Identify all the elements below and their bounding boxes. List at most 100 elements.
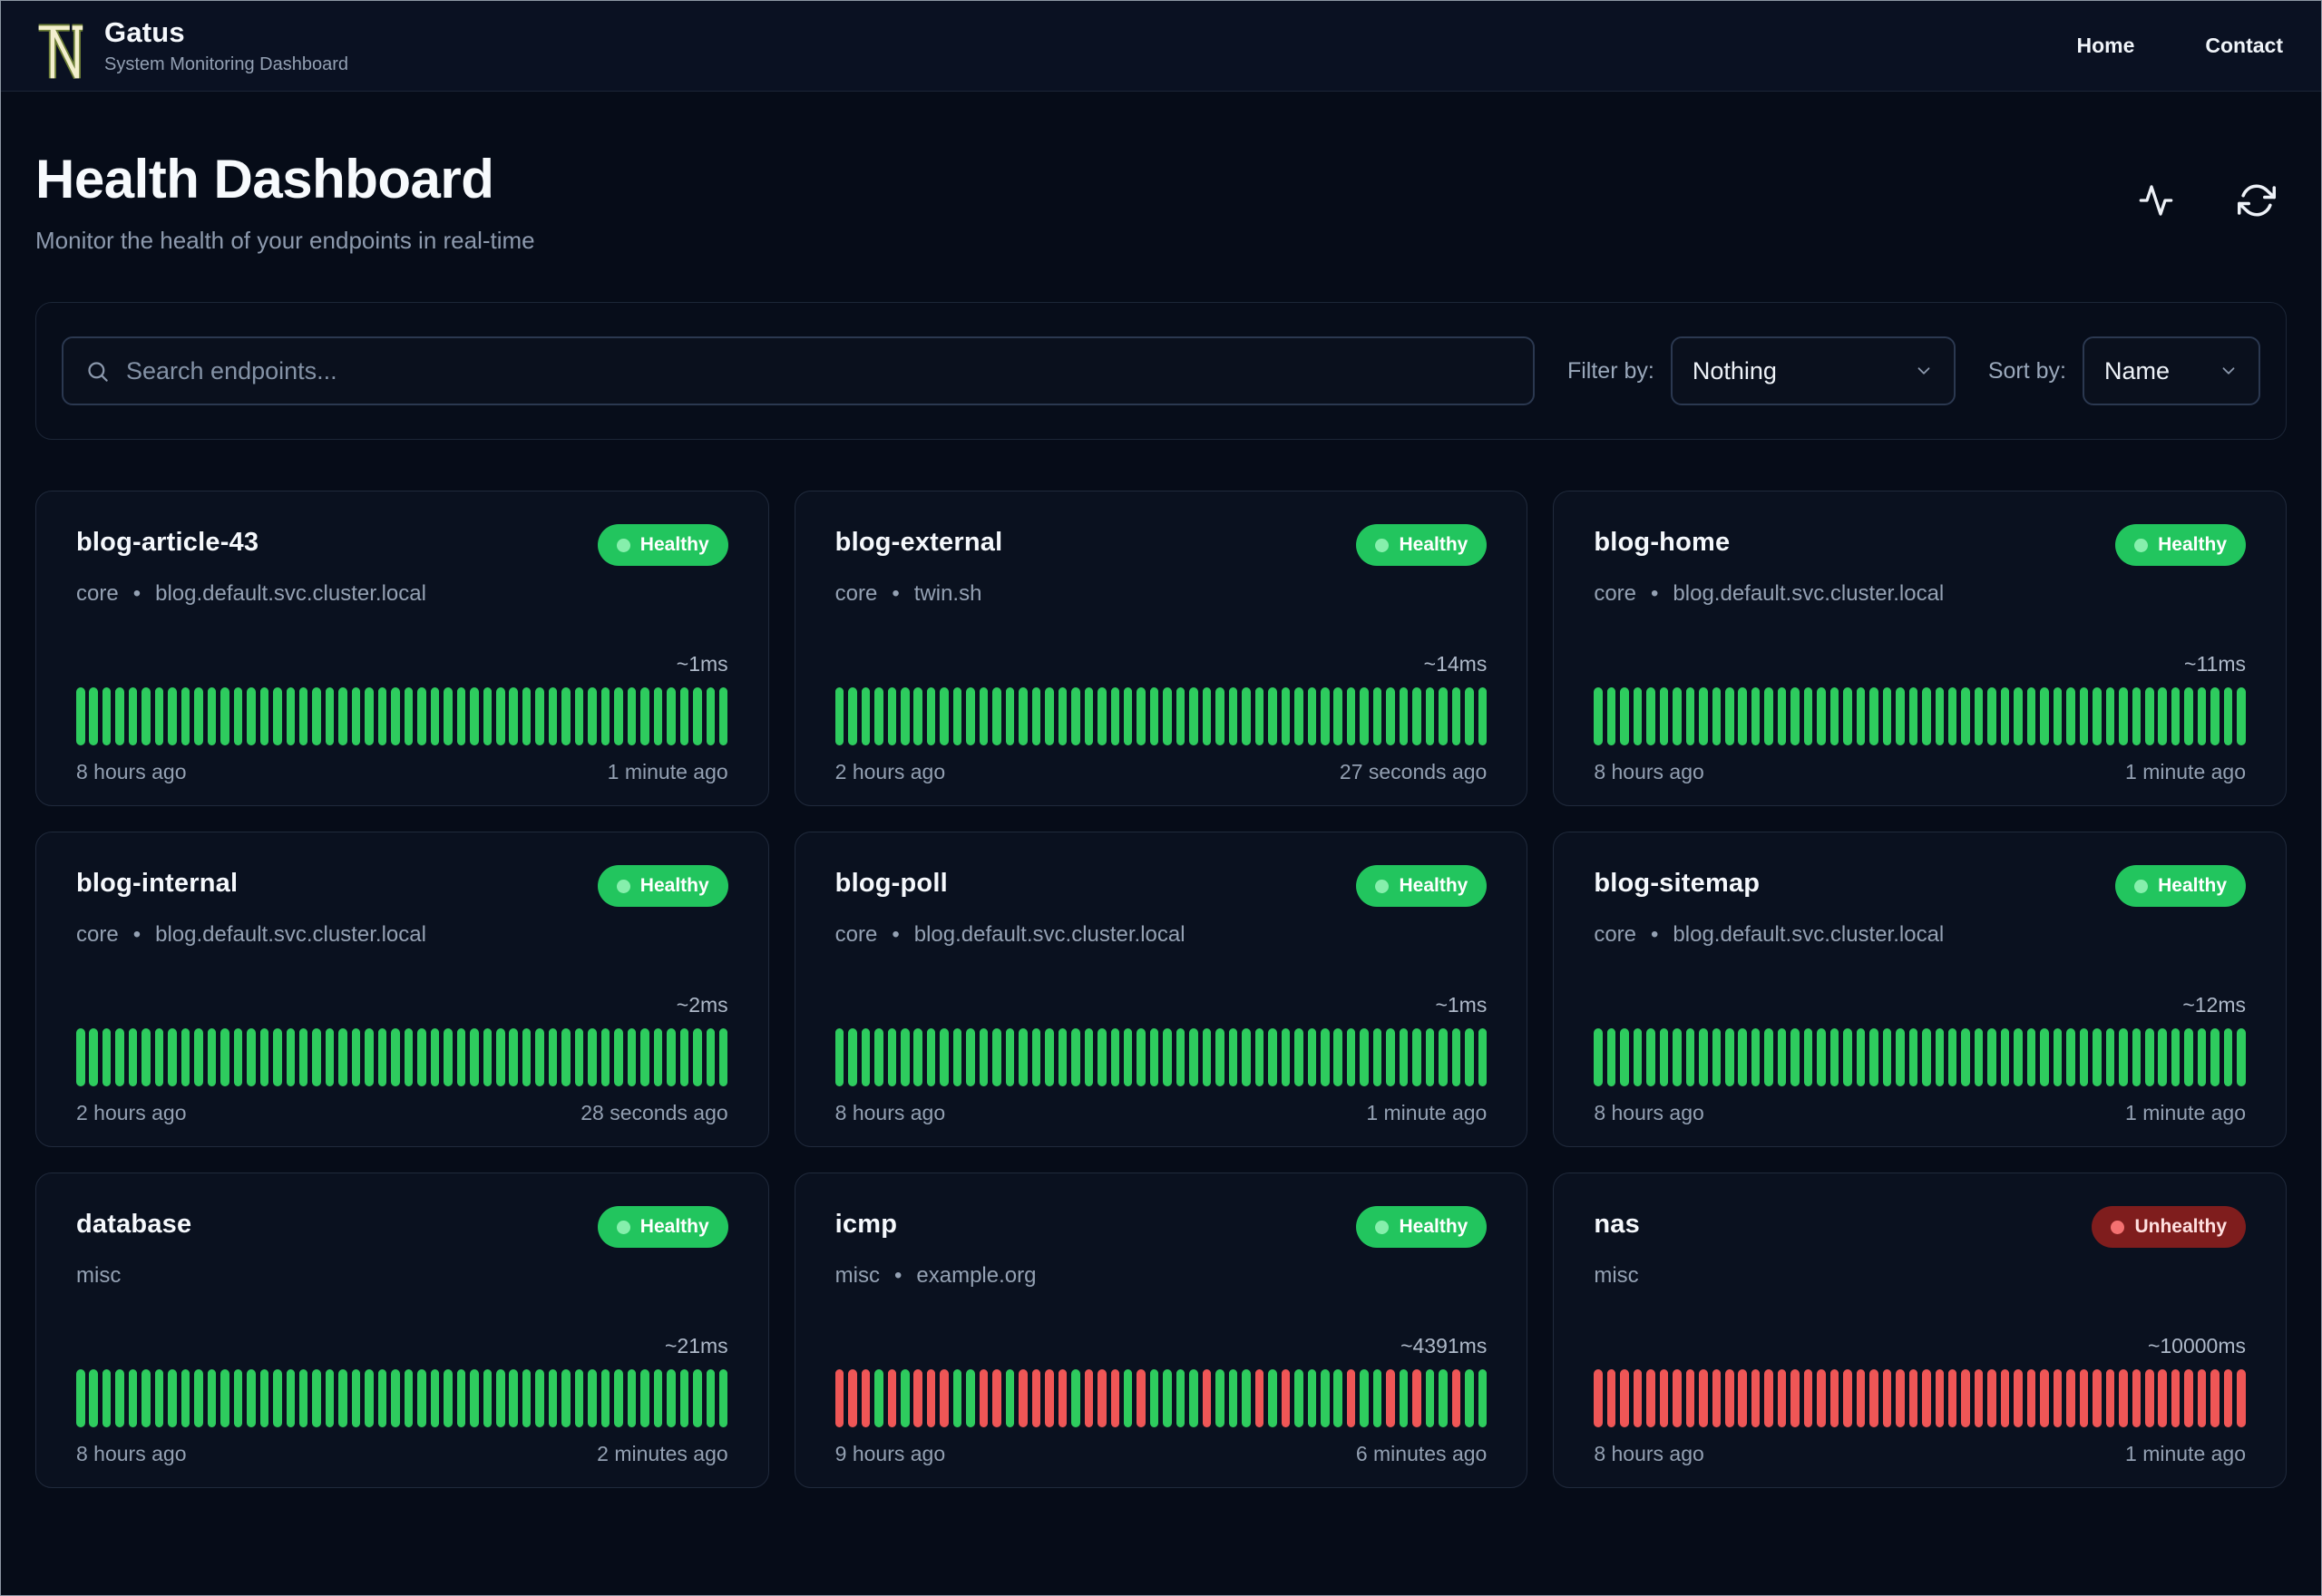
history-bar[interactable]: [1712, 1028, 1722, 1086]
history-bar[interactable]: [2079, 1369, 2089, 1427]
history-bar[interactable]: [1058, 687, 1068, 745]
history-bar[interactable]: [1045, 1369, 1054, 1427]
history-bar[interactable]: [2223, 1028, 2233, 1086]
history-bar[interactable]: [273, 1028, 282, 1086]
history-bar[interactable]: [1307, 1369, 1317, 1427]
history-bar[interactable]: [1961, 687, 1970, 745]
history-bar[interactable]: [887, 687, 897, 745]
history-bar[interactable]: [128, 687, 138, 745]
history-bar[interactable]: [404, 687, 414, 745]
history-bar[interactable]: [1333, 1369, 1342, 1427]
history-bar[interactable]: [693, 687, 702, 745]
endpoint-card[interactable]: blog-poll Healthy core • blog.default.sv…: [794, 832, 1528, 1147]
history-bar[interactable]: [377, 687, 387, 745]
history-bar[interactable]: [1019, 687, 1028, 745]
history-bar[interactable]: [1935, 687, 1945, 745]
history-bar[interactable]: [312, 687, 321, 745]
history-bar[interactable]: [679, 687, 689, 745]
history-bar[interactable]: [259, 1369, 269, 1427]
history-bar[interactable]: [483, 687, 493, 745]
history-bar[interactable]: [1137, 1369, 1146, 1427]
history-bar[interactable]: [966, 1369, 975, 1427]
history-bar[interactable]: [2026, 1028, 2036, 1086]
history-bar[interactable]: [1987, 687, 1996, 745]
history-bar[interactable]: [1254, 1028, 1264, 1086]
history-bar[interactable]: [351, 1369, 361, 1427]
history-bar[interactable]: [535, 1028, 544, 1086]
history-bar[interactable]: [496, 1028, 505, 1086]
history-bar[interactable]: [1803, 687, 1813, 745]
history-bar[interactable]: [1123, 687, 1133, 745]
history-bar[interactable]: [913, 1028, 922, 1086]
history-bar[interactable]: [1451, 1028, 1461, 1086]
activity-icon[interactable]: [2138, 182, 2174, 221]
history-bar[interactable]: [194, 1028, 203, 1086]
history-bar[interactable]: [887, 1369, 897, 1427]
history-bar[interactable]: [1005, 1369, 1015, 1427]
history-bar[interactable]: [2053, 1028, 2063, 1086]
history-bar[interactable]: [574, 687, 584, 745]
history-bar[interactable]: [679, 1028, 689, 1086]
history-bar[interactable]: [1646, 1028, 1655, 1086]
history-bar[interactable]: [1149, 687, 1159, 745]
history-bar[interactable]: [1646, 687, 1655, 745]
history-bar[interactable]: [141, 687, 151, 745]
history-bar[interactable]: [168, 1369, 177, 1427]
history-bar[interactable]: [548, 1028, 558, 1086]
history-bar[interactable]: [1281, 1028, 1291, 1086]
history-bar[interactable]: [952, 687, 962, 745]
history-bar[interactable]: [2053, 687, 2063, 745]
history-bar[interactable]: [614, 1028, 623, 1086]
history-bar[interactable]: [1254, 687, 1264, 745]
history-bar[interactable]: [2119, 687, 2128, 745]
history-bar[interactable]: [1843, 687, 1852, 745]
history-bar[interactable]: [1307, 687, 1317, 745]
history-bar[interactable]: [391, 1369, 400, 1427]
history-bar[interactable]: [220, 687, 229, 745]
history-bar[interactable]: [1673, 1028, 1682, 1086]
history-bar[interactable]: [115, 1028, 124, 1086]
history-bar[interactable]: [1882, 1028, 1892, 1086]
history-bar[interactable]: [2066, 1028, 2075, 1086]
history-bar[interactable]: [1215, 687, 1224, 745]
history-bar[interactable]: [992, 1028, 1001, 1086]
history-bar[interactable]: [693, 1369, 702, 1427]
endpoint-card[interactable]: blog-internal Healthy core • blog.defaul…: [35, 832, 769, 1147]
history-bar[interactable]: [1321, 1369, 1330, 1427]
history-bar[interactable]: [168, 1028, 177, 1086]
history-bar[interactable]: [2145, 687, 2154, 745]
history-bar[interactable]: [76, 1369, 85, 1427]
history-bar[interactable]: [627, 1028, 637, 1086]
history-bar[interactable]: [1961, 1369, 1970, 1427]
history-bar[interactable]: [1058, 1028, 1068, 1086]
history-bar[interactable]: [1620, 1369, 1629, 1427]
history-bar[interactable]: [1594, 1028, 1603, 1086]
history-bar[interactable]: [259, 1028, 269, 1086]
history-bar[interactable]: [926, 1369, 936, 1427]
history-bar[interactable]: [1817, 687, 1826, 745]
history-bar[interactable]: [1465, 1369, 1474, 1427]
history-bar[interactable]: [913, 687, 922, 745]
history-bar[interactable]: [1451, 687, 1461, 745]
history-bar[interactable]: [1465, 1028, 1474, 1086]
history-bar[interactable]: [417, 1369, 426, 1427]
endpoint-card[interactable]: blog-home Healthy core • blog.default.sv…: [1553, 491, 2287, 806]
history-bar[interactable]: [874, 1028, 883, 1086]
history-bar[interactable]: [220, 1369, 229, 1427]
history-bar[interactable]: [2026, 1369, 2036, 1427]
history-bar[interactable]: [1908, 687, 1918, 745]
history-bar[interactable]: [1202, 687, 1212, 745]
history-bar[interactable]: [1829, 687, 1839, 745]
history-bar[interactable]: [247, 687, 256, 745]
history-bar[interactable]: [1777, 1028, 1787, 1086]
history-bar[interactable]: [2000, 687, 2010, 745]
history-bar[interactable]: [89, 687, 98, 745]
history-bar[interactable]: [2132, 687, 2142, 745]
history-bar[interactable]: [614, 1369, 623, 1427]
history-bar[interactable]: [1633, 1028, 1643, 1086]
history-bar[interactable]: [233, 1369, 243, 1427]
history-bar[interactable]: [154, 1028, 164, 1086]
history-bar[interactable]: [2171, 1369, 2181, 1427]
history-bar[interactable]: [351, 687, 361, 745]
history-bar[interactable]: [1149, 1369, 1159, 1427]
